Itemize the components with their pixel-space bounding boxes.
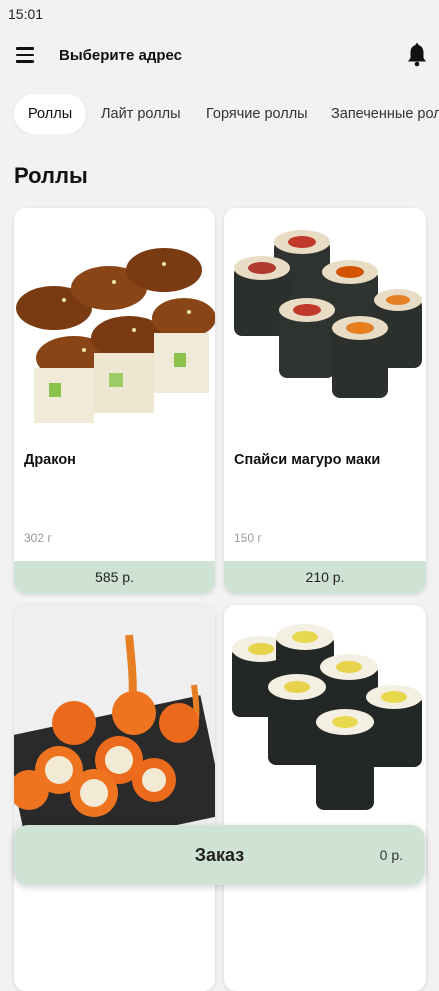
tab-hot-rolls[interactable]: Горячие роллы xyxy=(206,94,308,134)
address-selector[interactable]: Выберите адрес xyxy=(59,47,182,64)
product-card[interactable]: Дракон 302 г 585 р. xyxy=(14,208,215,594)
product-name: Спайси магуро маки xyxy=(234,452,381,468)
order-button[interactable]: Заказ 0 р. xyxy=(14,825,425,885)
product-photo xyxy=(14,208,215,440)
order-total: 0 р. xyxy=(379,847,403,863)
product-photo xyxy=(14,605,215,857)
product-photo xyxy=(224,208,426,440)
tab-baked-rolls[interactable]: Запеченные роллы xyxy=(331,94,439,134)
price-button[interactable]: 210 р. xyxy=(224,561,426,594)
app-bar: Выберите адрес xyxy=(0,36,439,76)
product-weight: 150 г xyxy=(234,531,262,545)
tab-light-rolls[interactable]: Лайт роллы xyxy=(101,94,181,134)
product-card[interactable]: Спайси магуро маки 150 г 210 р. xyxy=(224,208,426,594)
order-label: Заказ xyxy=(194,845,245,865)
product-weight: 302 г xyxy=(24,531,52,545)
section-title: Роллы xyxy=(14,163,88,188)
category-tabs: Роллы Лайт роллы Горячие роллы Запеченны… xyxy=(0,94,439,134)
product-photo xyxy=(224,605,426,837)
menu-icon[interactable] xyxy=(16,46,36,64)
status-bar: 15:01 xyxy=(0,0,439,28)
price-button[interactable]: 585 р. xyxy=(14,561,215,594)
status-time: 15:01 xyxy=(8,6,44,22)
product-name: Дракон xyxy=(24,452,76,468)
bell-icon[interactable] xyxy=(406,43,428,67)
tab-rolls[interactable]: Роллы xyxy=(14,94,87,134)
product-card[interactable] xyxy=(224,605,426,991)
product-card[interactable] xyxy=(14,605,215,991)
